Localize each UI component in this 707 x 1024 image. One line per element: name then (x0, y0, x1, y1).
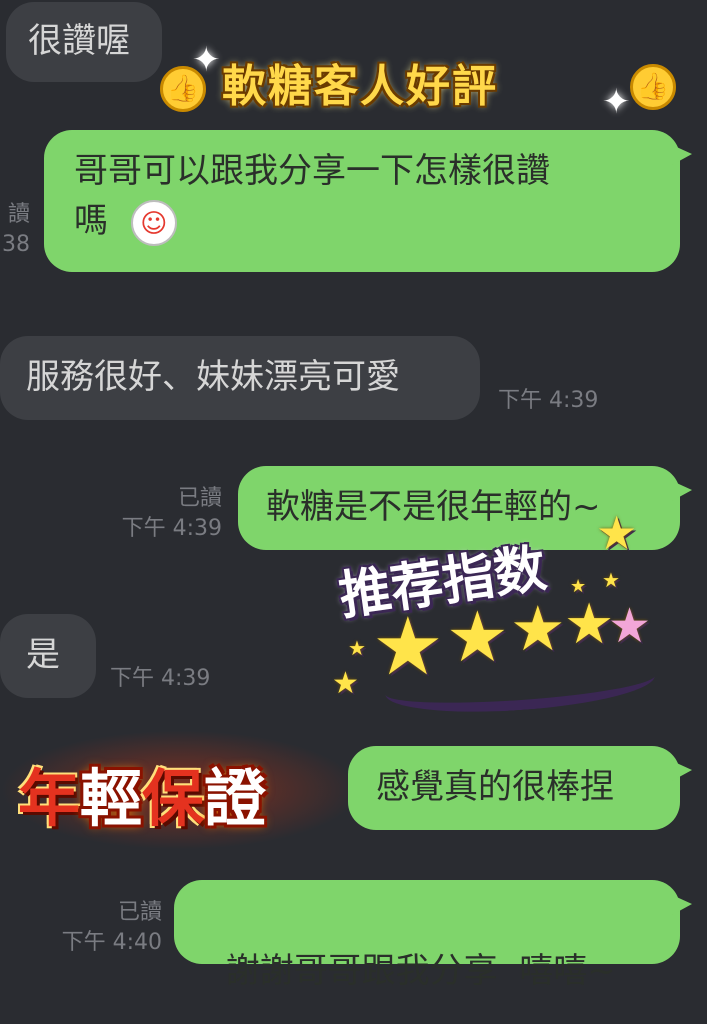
message-bubble-outgoing[interactable]: 謝謝哥哥跟我分享 嘻嘻~ (174, 880, 692, 991)
youth-guarantee-label: 年輕保證 (18, 762, 267, 835)
rating-star-4: ★ (564, 592, 615, 657)
rating-star-5: ★ (608, 598, 652, 654)
sparkle-icon: ✦ (192, 40, 221, 80)
message-text: 謝謝哥哥跟我分享 嘻嘻~ (225, 951, 616, 991)
promo-title: 軟糖客人好評 (222, 61, 498, 112)
thumbs-up-icon: 👍 (630, 64, 676, 110)
rating-star-3: ★ (510, 592, 566, 665)
laughing-face-icon: ☺ (130, 199, 177, 246)
star-icon: ★ (348, 636, 366, 660)
message-time: 下午 4:39 (110, 666, 211, 691)
message-bubble-incoming[interactable]: 服務很好、妹妹漂亮可愛 (0, 336, 480, 420)
star-icon: ★ (332, 666, 359, 701)
star-icon: ★ (602, 568, 620, 592)
message-text: 嗎 (74, 201, 108, 241)
read-status: 讀 38 (2, 202, 30, 257)
message-text: 是 (26, 635, 60, 675)
sparkle-icon: ✦ (602, 82, 631, 122)
message-text: 哥哥可以跟我分享一下怎樣很讚 (74, 151, 550, 191)
message-time: 下午 4:39 (498, 388, 599, 413)
message-bubble-outgoing[interactable]: 哥哥可以跟我分享一下怎樣很讚 嗎 ☺ (44, 130, 692, 272)
message-bubble-incoming[interactable]: 很讚喔 (6, 2, 162, 82)
message-text: 服務很好、妹妹漂亮可愛 (26, 357, 400, 397)
message-bubble-incoming[interactable]: 是 (0, 614, 96, 698)
star-icon: ★ (596, 506, 638, 560)
read-status: 已讀 下午 4:39 (121, 486, 222, 541)
message-bubble-outgoing[interactable]: 感覺真的很棒捏 (348, 746, 692, 830)
message-text: 很讚喔 (28, 21, 130, 61)
read-status: 已讀 下午 4:40 (61, 900, 162, 955)
message-text: 感覺真的很棒捏 (376, 767, 614, 807)
message-text: 軟糖是不是很年輕的~ (266, 487, 601, 527)
